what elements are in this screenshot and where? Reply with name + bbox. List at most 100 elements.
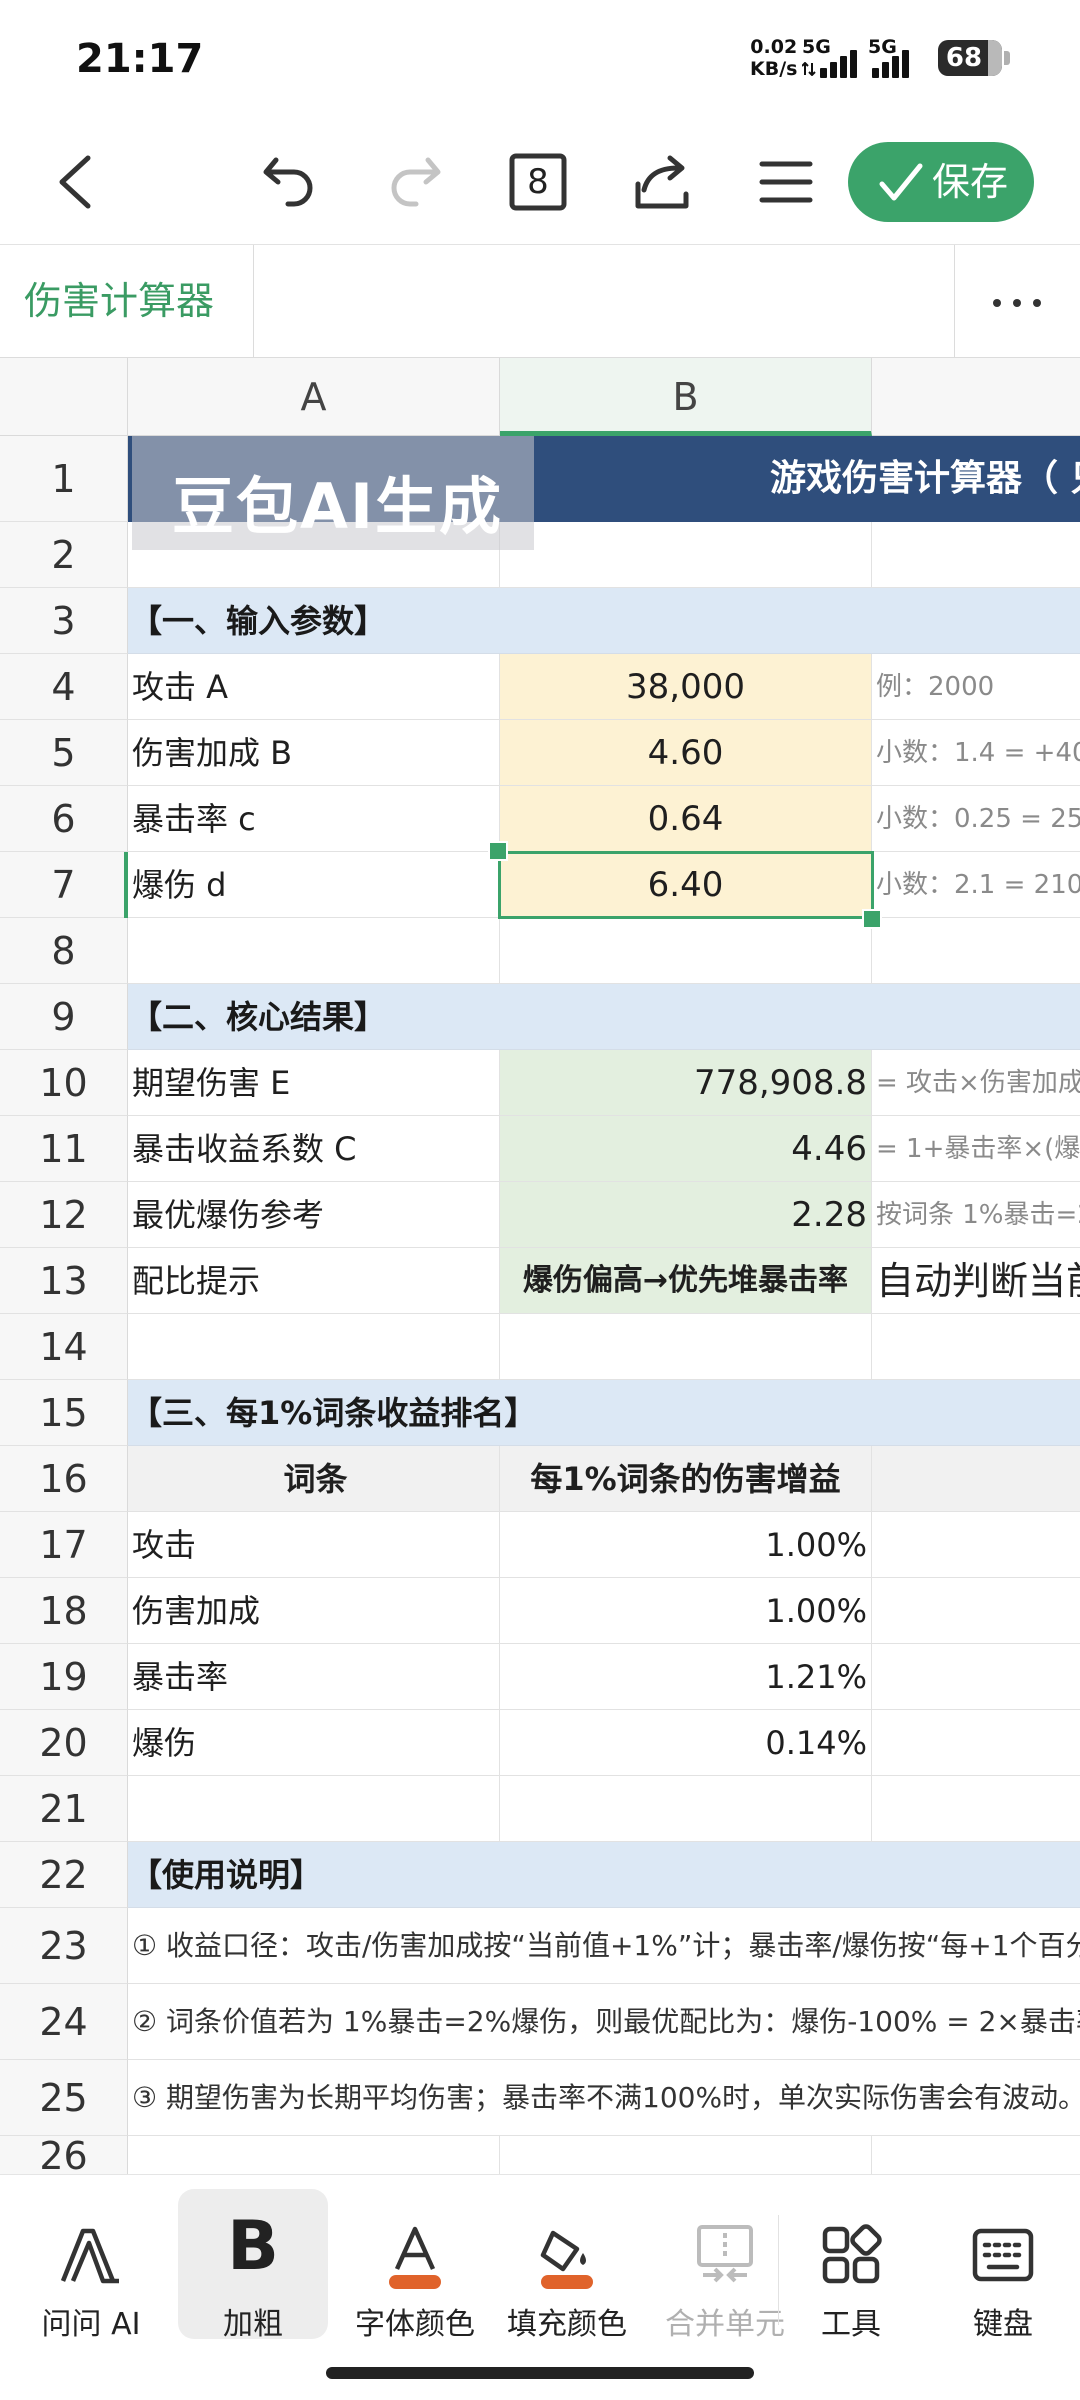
sheet-row[interactable]: 26	[0, 2136, 1080, 2174]
more-options-icon[interactable]	[954, 245, 1080, 358]
section-header-ranking[interactable]: 【三、每1%词条收益排名】	[128, 1380, 1080, 1446]
page-count-icon[interactable]: 8	[506, 150, 570, 214]
result-note[interactable]: = 1+暴击率×(爆伤-	[872, 1116, 1080, 1182]
section-header-notes[interactable]: 【使用说明】	[128, 1842, 1080, 1908]
input-label[interactable]: 伤害加成 B	[128, 720, 500, 786]
result-value-cell[interactable]: 爆伤偏高→优先堆暴击率	[500, 1248, 872, 1314]
usage-note[interactable]: ① 收益口径：攻击/伤害加成按“当前值+1%”计；暴击率/爆伤按“每+1个百分点…	[128, 1908, 1080, 1984]
row-number[interactable]: 20	[0, 1710, 128, 1776]
back-icon[interactable]	[44, 150, 108, 214]
menu-icon[interactable]	[754, 150, 818, 214]
cell[interactable]	[872, 1512, 1080, 1578]
row-number[interactable]: 23	[0, 1908, 128, 1984]
cell[interactable]	[500, 918, 872, 984]
font-color-button[interactable]: 字体颜色	[340, 2189, 490, 2342]
cell[interactable]	[872, 1710, 1080, 1776]
row-number[interactable]: 11	[0, 1116, 128, 1182]
column-header-c[interactable]	[872, 358, 1080, 436]
selection-handle-end[interactable]	[862, 909, 882, 929]
result-note[interactable]: 自动判断当前	[872, 1248, 1080, 1314]
sheet-row[interactable]: 25 ③ 期望伤害为长期平均伤害；暴击率不满100%时，单次实际伤害会有波动。	[0, 2060, 1080, 2136]
input-value-cell[interactable]: 38,000	[500, 654, 872, 720]
row-number[interactable]: 22	[0, 1842, 128, 1908]
result-value-cell[interactable]: 4.46	[500, 1116, 872, 1182]
rank-label[interactable]: 爆伤	[128, 1710, 500, 1776]
input-note[interactable]: 小数：0.25 = 25%	[872, 786, 1080, 852]
input-label[interactable]: 攻击 A	[128, 654, 500, 720]
cell[interactable]	[872, 2136, 1080, 2174]
row-number[interactable]: 9	[0, 984, 128, 1050]
sheet-row[interactable]: 13配比提示爆伤偏高→优先堆暴击率自动判断当前	[0, 1248, 1080, 1314]
row-number[interactable]: 3	[0, 588, 128, 654]
rank-header-empty[interactable]	[872, 1446, 1080, 1512]
keyboard-button[interactable]: 键盘	[928, 2189, 1078, 2342]
result-value-cell[interactable]: 2.28	[500, 1182, 872, 1248]
rank-value[interactable]: 1.00%	[500, 1512, 872, 1578]
cell[interactable]	[128, 1776, 500, 1842]
result-label[interactable]: 配比提示	[128, 1248, 500, 1314]
row-number[interactable]: 17	[0, 1512, 128, 1578]
cell[interactable]	[128, 918, 500, 984]
sheet-row[interactable]: 17 攻击 1.00%	[0, 1512, 1080, 1578]
row-number[interactable]: 21	[0, 1776, 128, 1842]
sheet-row[interactable]: 4 攻击 A 38,000 例：2000	[0, 654, 1080, 720]
sheet-row[interactable]: 24 ② 词条价值若为 1%暴击=2%爆伤，则最优配比为：爆伤-100% = 2×…	[0, 1984, 1080, 2060]
sheet-row[interactable]: 12最优爆伤参考2.28按词条 1%暴击=2%	[0, 1182, 1080, 1248]
row-number[interactable]: 25	[0, 2060, 128, 2136]
rank-value[interactable]: 1.21%	[500, 1644, 872, 1710]
undo-icon[interactable]	[258, 150, 322, 214]
cell[interactable]	[500, 522, 872, 588]
row-number[interactable]: 5	[0, 720, 128, 786]
select-all-corner[interactable]	[0, 358, 128, 436]
sheet-row[interactable]: 20 爆伤 0.14%	[0, 1710, 1080, 1776]
sheet-row[interactable]: 3 【一、输入参数】	[0, 588, 1080, 654]
input-label[interactable]: 爆伤 d	[128, 852, 500, 918]
result-label[interactable]: 期望伤害 E	[128, 1050, 500, 1116]
input-note[interactable]: 小数：2.1 = 210%	[872, 852, 1080, 918]
row-number[interactable]: 12	[0, 1182, 128, 1248]
row-number[interactable]: 24	[0, 1984, 128, 2060]
cell-selection[interactable]	[498, 851, 874, 919]
rank-label[interactable]: 伤害加成	[128, 1578, 500, 1644]
cell[interactable]	[128, 1314, 500, 1380]
bold-button[interactable]: B 加粗	[178, 2189, 328, 2342]
row-number[interactable]: 15	[0, 1380, 128, 1446]
row-number[interactable]: 2	[0, 522, 128, 588]
row-number[interactable]: 4	[0, 654, 128, 720]
result-label[interactable]: 最优爆伤参考	[128, 1182, 500, 1248]
section-header-inputs[interactable]: 【一、输入参数】	[128, 588, 1080, 654]
sheet-row[interactable]: 18 伤害加成 1.00%	[0, 1578, 1080, 1644]
sheet-row[interactable]: 19 暴击率 1.21%	[0, 1644, 1080, 1710]
redo-icon[interactable]	[382, 150, 446, 214]
cell[interactable]	[500, 1776, 872, 1842]
cell[interactable]	[872, 1644, 1080, 1710]
usage-note[interactable]: ③ 期望伤害为长期平均伤害；暴击率不满100%时，单次实际伤害会有波动。	[128, 2060, 1080, 2136]
sheet-row[interactable]: 10期望伤害 E778,908.8= 攻击×伤害加成×	[0, 1050, 1080, 1116]
row-number[interactable]: 19	[0, 1644, 128, 1710]
row-number[interactable]: 1	[0, 436, 128, 522]
row-number[interactable]: 14	[0, 1314, 128, 1380]
cell[interactable]	[872, 522, 1080, 588]
row-number[interactable]: 7	[0, 852, 128, 918]
spreadsheet-grid[interactable]: A B 1 游戏伤害计算器（ 只 2 3 【一、输入参数】 4 攻击 A 38,000 例：20…	[0, 358, 1080, 2174]
row-number[interactable]: 18	[0, 1578, 128, 1644]
cell[interactable]	[872, 1314, 1080, 1380]
sheet-row[interactable]: 8	[0, 918, 1080, 984]
rank-label[interactable]: 攻击	[128, 1512, 500, 1578]
input-label[interactable]: 暴击率 c	[128, 786, 500, 852]
row-number[interactable]: 10	[0, 1050, 128, 1116]
sheet-row[interactable]: 16 词条 每1%词条的伤害增益	[0, 1446, 1080, 1512]
row-number[interactable]: 16	[0, 1446, 128, 1512]
fill-color-button[interactable]: 填充颜色	[492, 2189, 642, 2342]
result-note[interactable]: = 攻击×伤害加成×	[872, 1050, 1080, 1116]
share-icon[interactable]	[630, 150, 694, 214]
home-indicator[interactable]	[326, 2367, 754, 2379]
input-note[interactable]: 小数：1.4 = +40%	[872, 720, 1080, 786]
result-note[interactable]: 按词条 1%暴击=2%	[872, 1182, 1080, 1248]
rank-value[interactable]: 0.14%	[500, 1710, 872, 1776]
rank-header-gain[interactable]: 每1%词条的伤害增益	[500, 1446, 872, 1512]
cell[interactable]	[872, 1578, 1080, 1644]
sheet-row[interactable]: 11暴击收益系数 C4.46= 1+暴击率×(爆伤-	[0, 1116, 1080, 1182]
input-value-cell[interactable]: 0.64	[500, 786, 872, 852]
input-value-cell[interactable]: 4.60	[500, 720, 872, 786]
